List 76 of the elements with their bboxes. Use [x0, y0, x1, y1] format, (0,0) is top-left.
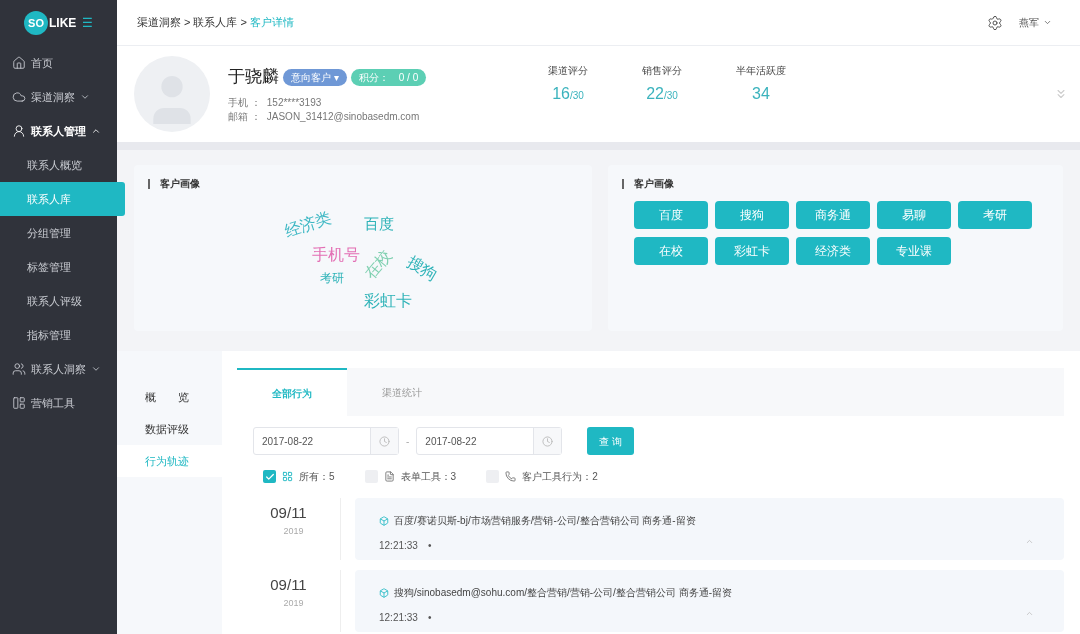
field-label: 邮箱 ： — [228, 109, 261, 124]
filter-icon — [505, 471, 517, 482]
nav-item[interactable]: 渠道洞察 — [0, 80, 117, 114]
breadcrumb-separator: > — [240, 15, 247, 31]
breadcrumb-separator: > — [184, 15, 191, 31]
nav-icon — [12, 396, 26, 410]
cloud-word: 考研 — [320, 270, 344, 287]
logo-text: LIKE — [49, 15, 77, 32]
points-tag: 积分： 0 / 0 — [350, 68, 427, 86]
filter-label: 所有：5 — [299, 470, 335, 484]
nav-icon — [12, 90, 26, 104]
date-field[interactable]: 2017-08-22 — [253, 427, 399, 455]
event-text: 搜狗/sinobasedm@sohu.com/整合营销/营销-公司/整合营销公司 商务通-留资 — [394, 586, 732, 600]
cloud-word: 百度 — [364, 214, 394, 234]
menu-toggle[interactable]: ☰ — [82, 14, 93, 32]
nav-subitem[interactable]: 联系人概览 — [0, 148, 117, 182]
date-field[interactable]: 2017-08-22 — [416, 427, 563, 455]
detail-nav-item[interactable]: 概 览 — [117, 381, 222, 413]
nav-subitem[interactable]: 联系人评级 — [0, 284, 117, 318]
expand-icon[interactable] — [1054, 87, 1068, 101]
collapse-icon[interactable] — [1025, 537, 1034, 546]
cloud-word: 搜狗 — [403, 252, 442, 286]
nav-icon — [12, 362, 26, 376]
stat-value: 34 — [752, 83, 770, 104]
stat-value: 22/30 — [646, 83, 678, 104]
logo-badge: SO — [24, 11, 48, 35]
filter-icon — [282, 471, 293, 482]
user-menu[interactable]: 燕军 — [1019, 15, 1052, 30]
event-text: 百度/赛诺贝斯-bj/市场营销服务/营销-公司/整合营销公司 商务通-留资 — [394, 514, 696, 528]
cloud-word: 彩虹卡 — [364, 291, 412, 311]
breadcrumb-link[interactable]: 联系人库 — [193, 14, 238, 31]
customer-name: 于骁麟 — [228, 66, 279, 89]
nav-icon — [12, 124, 26, 138]
stat-label: 销售评分 — [642, 63, 682, 78]
panel-title: 客户画像 — [148, 179, 200, 189]
detail-nav-item[interactable]: 数据评级 — [117, 413, 222, 445]
timeline-date: 09/11 — [270, 575, 307, 595]
nav-item[interactable]: 联系人洞察 — [0, 352, 117, 386]
nav-item[interactable]: 营销工具 — [0, 386, 117, 420]
event-time: 12:21:33 • — [379, 611, 432, 625]
nav-icon — [12, 56, 26, 70]
filter-label: 表单工具：3 — [400, 470, 457, 484]
collapse-icon[interactable] — [1025, 609, 1034, 618]
cube-icon — [379, 587, 389, 598]
stat-label: 半年活跃度 — [736, 63, 786, 78]
email-address: JASON_31412@sinobasedm.com — [266, 109, 420, 124]
nav-subitem[interactable]: 指标管理 — [0, 318, 117, 352]
nav-item[interactable]: 联系人管理 — [0, 114, 117, 148]
caret-icon — [1043, 18, 1052, 27]
filter-label: 客户工具行为：2 — [522, 470, 598, 484]
range-separator: - — [406, 434, 410, 449]
panel-title: 客户画像 — [622, 179, 1037, 189]
timeline-year: 2019 — [283, 524, 304, 538]
clock-icon — [542, 435, 554, 447]
timeline-year: 2019 — [283, 596, 304, 610]
filter-icon — [383, 471, 395, 482]
timeline-date: 09/11 — [270, 503, 307, 523]
settings-icon[interactable] — [987, 14, 1003, 31]
cloud-word: 在校 — [360, 245, 396, 285]
checkbox[interactable] — [263, 470, 276, 483]
chevron-down-icon — [80, 92, 90, 102]
chevron-down-icon — [91, 364, 101, 374]
clock-icon — [379, 435, 390, 447]
cube-icon — [379, 515, 389, 526]
breadcrumb-link[interactable]: 渠道洞察 — [137, 14, 181, 31]
nav-subitem[interactable]: 标签管理 — [0, 250, 117, 284]
chevron-up-icon — [91, 126, 101, 136]
stat-label: 渠道评分 — [548, 63, 588, 78]
stat-value: 16/30 — [552, 83, 584, 104]
phone-number: 152****3193 — [266, 95, 322, 110]
event-time: 12:21:33 • — [379, 539, 432, 553]
cloud-word: 经济类 — [281, 208, 335, 242]
nav-subitem[interactable]: 分组管理 — [0, 216, 117, 250]
nav-item[interactable]: 首页 — [0, 46, 117, 80]
cloud-word: 手机号 — [312, 245, 360, 265]
field-label: 手机 ： — [228, 95, 261, 110]
